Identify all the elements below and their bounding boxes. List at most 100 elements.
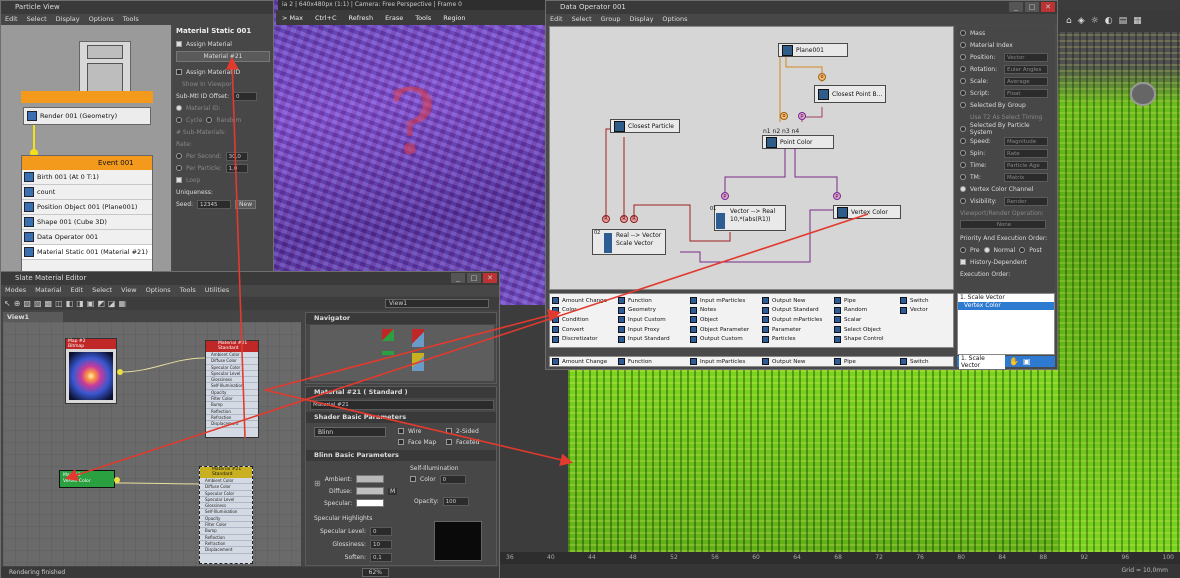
script-dropdown[interactable]: Float xyxy=(1004,88,1048,98)
tool-icon-3[interactable]: ▧ xyxy=(23,299,31,308)
per-second-radio[interactable] xyxy=(176,153,182,159)
per-particle-field[interactable]: 1,0 xyxy=(225,163,248,173)
slate-node-view[interactable]: Map #2 Bitmap Material #21 Standard Ambien… xyxy=(3,322,301,566)
tool-icon-8[interactable]: ◨ xyxy=(76,299,84,308)
op-input-proxy[interactable]: Input Proxy xyxy=(618,325,684,335)
material-node-2[interactable]: Material #21 Standard Ambient Color Diffu… xyxy=(199,466,253,564)
op-color[interactable]: Color xyxy=(552,306,612,316)
wire-checkbox[interactable] xyxy=(398,428,404,434)
scene-viewport-lower[interactable] xyxy=(568,368,1058,552)
slate-menu-options[interactable]: Options xyxy=(146,285,171,296)
op-parameter[interactable]: Parameter xyxy=(762,325,828,335)
event-item-data-operator[interactable]: Data Operator 001 xyxy=(22,230,152,245)
port-r3[interactable]: R xyxy=(630,215,638,223)
maximize-button[interactable]: □ xyxy=(1025,2,1039,12)
tool-icon-11[interactable]: ◪ xyxy=(108,299,116,308)
loop-row[interactable]: Loop xyxy=(176,174,270,186)
selected-by-group-radio[interactable] xyxy=(960,102,966,108)
sub-operator-list[interactable]: 1. Scale Vector Vertex Color xyxy=(957,293,1055,355)
toolbar-icon-5[interactable]: ▤ xyxy=(1119,16,1128,26)
pv-menu-select[interactable]: Select xyxy=(27,14,47,25)
op-output-custom[interactable]: Output Custom xyxy=(690,334,756,344)
pre-radio[interactable] xyxy=(960,247,966,253)
do-menu-display[interactable]: Display xyxy=(629,14,653,25)
params-header[interactable]: Material #21 ( Standard ) xyxy=(306,387,496,398)
post-radio[interactable] xyxy=(1019,247,1026,253)
particle-view-titlebar[interactable]: Particle View xyxy=(1,1,273,14)
op-convert[interactable]: Convert xyxy=(552,325,612,335)
face-map-checkbox[interactable] xyxy=(398,439,404,445)
position-row[interactable]: Position: Vector xyxy=(960,51,1052,63)
normal-radio[interactable] xyxy=(983,247,990,253)
op-vector[interactable]: Vector xyxy=(900,306,940,316)
erase-button[interactable]: Erase xyxy=(381,12,407,24)
tool-icon-12[interactable]: ▦ xyxy=(118,299,126,308)
slate-minimize-button[interactable]: _ xyxy=(451,273,465,283)
speed-row[interactable]: Speed: Magnitude xyxy=(960,135,1052,147)
mass-radio[interactable] xyxy=(960,30,966,36)
tm-row[interactable]: TM: Matrix xyxy=(960,171,1052,183)
history-checkbox[interactable] xyxy=(960,259,966,265)
assign-material-id-checkbox[interactable] xyxy=(176,69,182,75)
vertex-color-channel-row[interactable]: Vertex Color Channel xyxy=(960,183,1052,195)
bitmap-node[interactable]: Map #2 Bitmap xyxy=(65,338,117,404)
op-object-parameter[interactable]: Object Parameter xyxy=(690,325,756,335)
speed-dropdown[interactable]: Magnitude xyxy=(1004,136,1048,146)
visibility-dropdown[interactable]: Render xyxy=(1004,196,1048,206)
do-menu-options[interactable]: Options xyxy=(662,14,687,25)
max-button[interactable]: > Max xyxy=(278,12,307,24)
node-vertex-color[interactable]: Vertex Color xyxy=(833,205,901,219)
material-button[interactable]: Material #21 xyxy=(176,51,270,62)
port-vc-in1[interactable]: p xyxy=(721,192,729,200)
scene-viewport[interactable] xyxy=(1058,32,1180,552)
view1-tab[interactable]: View1 xyxy=(3,312,63,322)
speed-radio[interactable] xyxy=(960,138,966,144)
node-closest-point[interactable]: Closest Point B... xyxy=(814,85,886,103)
face-map-row[interactable]: Face Map xyxy=(398,436,436,448)
port-r1[interactable]: R xyxy=(602,215,610,223)
scale-dropdown[interactable]: Average xyxy=(1004,76,1048,86)
self-illum-color-checkbox[interactable] xyxy=(410,476,416,482)
sub-bottom-label[interactable]: 1. Scale Vector xyxy=(959,354,1005,369)
event-box[interactable]: Event 001 Birth 001 (At 0 T:1) count Pos… xyxy=(21,155,153,287)
slate-titlebar[interactable]: Slate Material Editor xyxy=(1,272,499,285)
sub-mtl-field[interactable]: 0 xyxy=(233,91,258,101)
op-discretizator[interactable]: Discretizator xyxy=(552,334,612,344)
op-output-new[interactable]: Output New xyxy=(762,296,828,306)
show-in-viewport-row[interactable]: Show In Viewport xyxy=(176,78,270,90)
slate-menu-material[interactable]: Material xyxy=(35,285,61,296)
toolbar-icon-4[interactable]: ◐ xyxy=(1105,16,1113,26)
soften-field[interactable]: 0,1 xyxy=(370,552,392,562)
new-seed-button[interactable]: New xyxy=(235,199,257,209)
slate-menu-modes[interactable]: Modes xyxy=(5,285,26,296)
region-button[interactable]: Region xyxy=(439,12,469,24)
bb-input-mparticles[interactable]: Input mParticles xyxy=(690,357,756,367)
pv-menu-display[interactable]: Display xyxy=(56,14,80,25)
event-title[interactable]: Event 001 xyxy=(22,156,152,170)
selected-by-ps-radio[interactable] xyxy=(960,126,966,132)
two-sided-checkbox[interactable] xyxy=(446,428,452,434)
rotation-radio[interactable] xyxy=(960,66,966,72)
tool-icon-6[interactable]: ◫ xyxy=(55,299,63,308)
pv-menu-options[interactable]: Options xyxy=(89,14,114,25)
material-node-1[interactable]: Material #21 Standard Ambient Color Diffu… xyxy=(205,340,259,438)
script-row[interactable]: Script: Float xyxy=(960,87,1052,99)
cycle-radio[interactable] xyxy=(176,117,182,123)
vertex-color-channel-radio[interactable] xyxy=(960,186,966,192)
vertex-color-map-node[interactable]: Map #3 Vertex Color xyxy=(59,470,115,488)
slate-menu-view[interactable]: View xyxy=(121,285,136,296)
data-operator-titlebar[interactable]: Data Operator 001 xyxy=(546,1,1057,14)
material-index-radio[interactable] xyxy=(960,42,966,48)
do-menu-edit[interactable]: Edit xyxy=(550,14,563,25)
slate-close-button[interactable]: ✕ xyxy=(483,273,497,283)
particle-graph-area[interactable]: Render 001 (Geometry) Event 001 Birth 00… xyxy=(1,25,171,287)
slot-displacement[interactable]: Displacement xyxy=(206,421,258,428)
pv-menu-tools[interactable]: Tools xyxy=(123,14,139,25)
selected-by-ps-row[interactable]: Selected By Particle System xyxy=(960,122,1052,136)
bb-amount-change[interactable]: Amount Change xyxy=(552,357,612,367)
op-particles[interactable]: Particles xyxy=(762,334,828,344)
event-item-shape[interactable]: Shape 001 (Cube 3D) xyxy=(22,215,152,230)
spin-row[interactable]: Spin: Rate xyxy=(960,147,1052,159)
history-row[interactable]: History-Dependent xyxy=(960,256,1052,268)
pv-menu-edit[interactable]: Edit xyxy=(5,14,18,25)
